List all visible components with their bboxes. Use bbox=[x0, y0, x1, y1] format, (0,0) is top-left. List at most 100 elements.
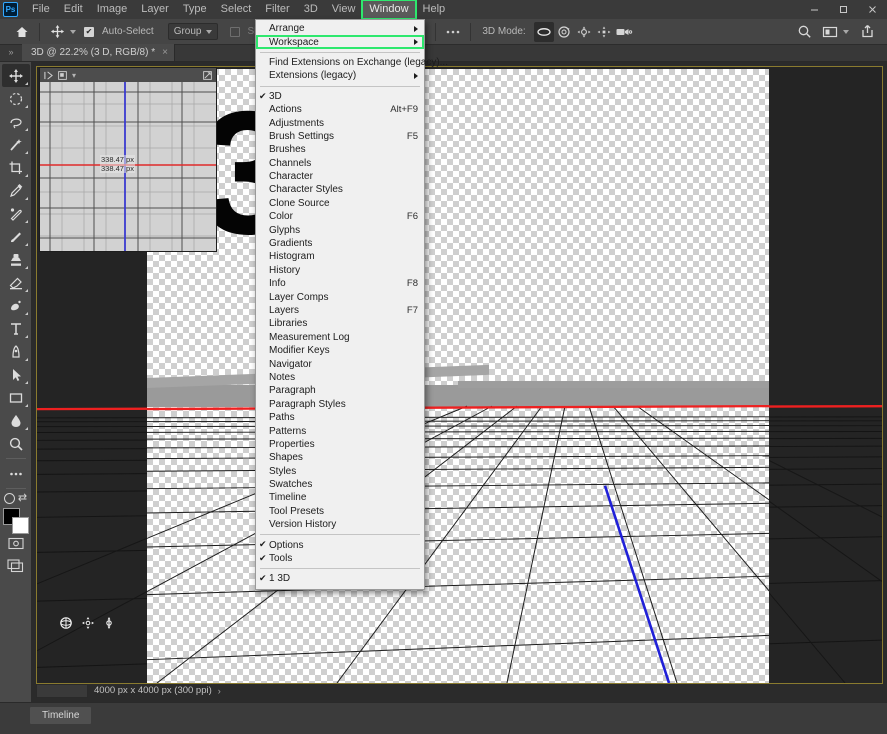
menu-window[interactable]: Window bbox=[361, 0, 417, 20]
background-color-swatch[interactable] bbox=[11, 517, 29, 534]
close-icon[interactable]: × bbox=[162, 47, 168, 58]
menu-item-layers[interactable]: Layers F7 bbox=[256, 304, 424, 317]
tool-flyout-corner[interactable] bbox=[24, 289, 28, 292]
menu-item-patterns[interactable]: Patterns bbox=[256, 424, 424, 437]
spot-healing-brush-tool[interactable] bbox=[2, 202, 30, 225]
menu-edit[interactable]: Edit bbox=[57, 0, 90, 19]
menu-item-clone-source[interactable]: Clone Source bbox=[256, 197, 424, 210]
move-tool-icon[interactable] bbox=[47, 22, 67, 42]
tool-flyout-corner[interactable] bbox=[24, 404, 28, 407]
chevron-down-icon[interactable] bbox=[843, 29, 849, 34]
menu-item-libraries[interactable]: Libraries bbox=[256, 317, 424, 330]
home-icon[interactable] bbox=[12, 22, 32, 42]
scale-3d-widget-icon[interactable] bbox=[103, 616, 115, 630]
color-swatches[interactable] bbox=[2, 508, 29, 534]
move-tool[interactable] bbox=[1, 64, 30, 87]
pen-tool[interactable] bbox=[2, 340, 30, 363]
menu-item-paragraph[interactable]: Paragraph bbox=[256, 384, 424, 397]
menu-filter[interactable]: Filter bbox=[258, 0, 296, 19]
menu-select[interactable]: Select bbox=[214, 0, 259, 19]
menu-type[interactable]: Type bbox=[176, 0, 214, 19]
window-dropdown-menu[interactable]: Arrange Workspace Find Extensions on Excha… bbox=[255, 19, 448, 590]
menu-3d[interactable]: 3D bbox=[297, 0, 325, 19]
tool-flyout-corner[interactable] bbox=[24, 266, 28, 269]
menu-item-shapes[interactable]: Shapes bbox=[256, 451, 424, 464]
tool-flyout-corner[interactable] bbox=[24, 174, 28, 177]
menu-item-actions[interactable]: Actions Alt+F9 bbox=[256, 103, 424, 116]
menu-item-adjustments[interactable]: Adjustments bbox=[256, 116, 424, 129]
tool-flyout-corner[interactable] bbox=[24, 358, 28, 361]
menu-item-notes[interactable]: Notes bbox=[256, 371, 424, 384]
menu-item-styles[interactable]: Styles bbox=[256, 465, 424, 478]
tool-flyout-corner[interactable] bbox=[24, 128, 28, 131]
3d-axis-widget[interactable] bbox=[59, 616, 115, 630]
pan-3d-icon[interactable] bbox=[574, 22, 594, 42]
menu-item-tool-presets[interactable]: Tool Presets bbox=[256, 505, 424, 518]
menu-image[interactable]: Image bbox=[90, 0, 135, 19]
menu-item-arrange[interactable]: Arrange bbox=[256, 22, 424, 35]
lasso-tool[interactable] bbox=[2, 110, 30, 133]
edit-toolbar-button[interactable] bbox=[2, 462, 30, 485]
tool-flyout-corner[interactable] bbox=[24, 220, 28, 223]
close-icon[interactable] bbox=[858, 0, 887, 19]
menu-item-character[interactable]: Character bbox=[256, 170, 424, 183]
blur-tool[interactable] bbox=[2, 409, 30, 432]
default-colors-icon[interactable] bbox=[3, 493, 15, 504]
screen-mode-icon[interactable] bbox=[6, 557, 26, 575]
roll-3d-icon[interactable] bbox=[554, 22, 574, 42]
menu-item-find-extensions-on-exchange-legacy[interactable]: Find Extensions on Exchange (legacy)... bbox=[256, 56, 448, 69]
zoom-level-input[interactable] bbox=[36, 683, 88, 698]
tool-flyout-corner[interactable] bbox=[24, 197, 28, 200]
tool-flyout-corner[interactable] bbox=[24, 427, 28, 430]
menu-item-version-history[interactable]: Version History bbox=[256, 518, 424, 531]
menu-item-navigator[interactable]: Navigator bbox=[256, 357, 424, 370]
slide-3d-icon[interactable] bbox=[594, 22, 614, 42]
menu-item-tools[interactable]: ✔ Tools bbox=[256, 552, 424, 565]
menu-view[interactable]: View bbox=[325, 0, 363, 19]
panel-header[interactable]: ▾ bbox=[40, 68, 216, 82]
menu-item-1-3d[interactable]: ✔ 1 3D bbox=[256, 572, 424, 585]
menu-item-3d[interactable]: ✔ 3D bbox=[256, 90, 424, 103]
info-navigator-panel[interactable]: ▾ 338.47 px 338.47 px bbox=[39, 67, 217, 252]
gradient-tool[interactable] bbox=[2, 294, 30, 317]
tab-timeline[interactable]: Timeline bbox=[30, 707, 92, 724]
menu-item-info[interactable]: Info F8 bbox=[256, 277, 424, 290]
tool-flyout-corner[interactable] bbox=[24, 381, 28, 384]
share-icon[interactable] bbox=[857, 22, 877, 42]
eraser-tool[interactable] bbox=[2, 271, 30, 294]
rotate-3d-widget-icon[interactable] bbox=[59, 616, 73, 630]
expand-panel-icon[interactable] bbox=[203, 70, 212, 80]
tool-flyout-corner[interactable] bbox=[24, 82, 28, 85]
search-icon[interactable] bbox=[794, 22, 814, 42]
orbit-3d-icon[interactable] bbox=[533, 21, 554, 42]
tool-flyout-corner[interactable] bbox=[24, 335, 28, 338]
collapse-arrows-icon[interactable]: » bbox=[0, 44, 22, 61]
panel-menu-icon[interactable]: ▾ bbox=[72, 71, 76, 80]
zoom-camera-3d-icon[interactable] bbox=[614, 22, 634, 42]
menu-item-character-styles[interactable]: Character Styles bbox=[256, 183, 424, 196]
menu-item-history[interactable]: History bbox=[256, 264, 424, 277]
clone-stamp-tool[interactable] bbox=[2, 248, 30, 271]
menu-item-paragraph-styles[interactable]: Paragraph Styles bbox=[256, 398, 424, 411]
status-menu-arrow[interactable]: › bbox=[218, 686, 221, 696]
menu-item-extensions-legacy[interactable]: Extensions (legacy) bbox=[256, 69, 424, 82]
menu-item-timeline[interactable]: Timeline bbox=[256, 491, 424, 504]
menu-item-gradients[interactable]: Gradients bbox=[256, 237, 424, 250]
menu-layer[interactable]: Layer bbox=[134, 0, 176, 19]
menu-item-workspace[interactable]: Workspace bbox=[256, 35, 424, 49]
menu-item-properties[interactable]: Properties bbox=[256, 438, 424, 451]
menu-file[interactable]: File bbox=[25, 0, 57, 19]
menu-item-brush-settings[interactable]: Brush Settings F5 bbox=[256, 130, 424, 143]
tool-flyout-corner[interactable] bbox=[24, 312, 28, 315]
navigator-preview[interactable]: 338.47 px 338.47 px bbox=[40, 82, 216, 251]
auto-select-scope-dropdown[interactable]: Group bbox=[167, 23, 218, 40]
more-options-icon[interactable] bbox=[443, 22, 463, 42]
object-selection-tool[interactable] bbox=[2, 133, 30, 156]
type-tool[interactable] bbox=[2, 317, 30, 340]
quick-mask-icon[interactable] bbox=[6, 534, 26, 552]
menu-item-histogram[interactable]: Histogram bbox=[256, 250, 424, 263]
tool-flyout-corner[interactable] bbox=[24, 243, 28, 246]
menu-item-channels[interactable]: Channels bbox=[256, 157, 424, 170]
menu-help[interactable]: Help bbox=[416, 0, 453, 19]
menu-item-brushes[interactable]: Brushes bbox=[256, 143, 424, 156]
